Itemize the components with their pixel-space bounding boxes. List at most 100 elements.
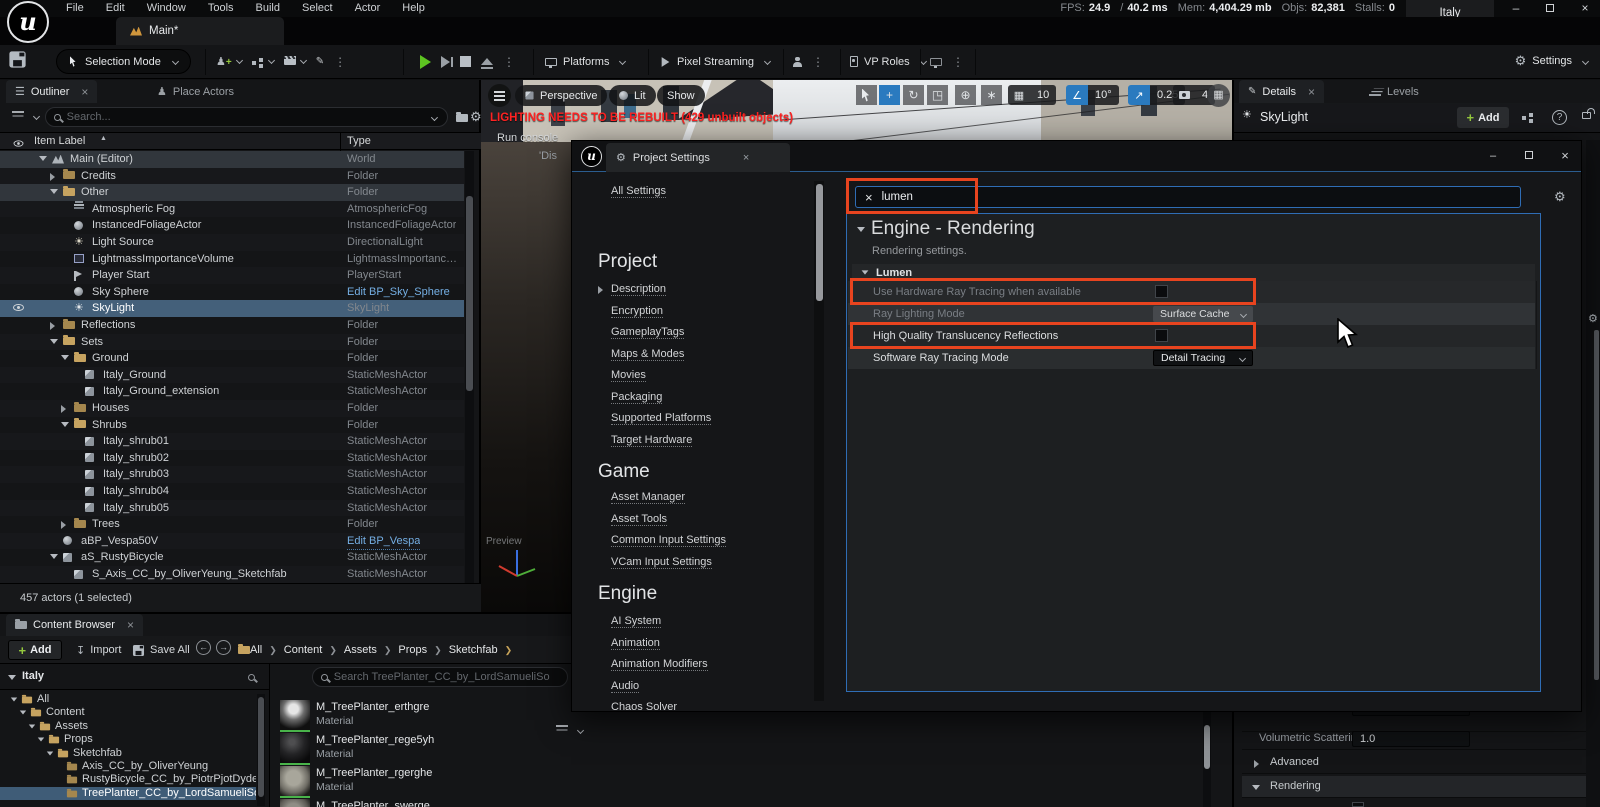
asset-item[interactable]: M_TreePlanter_rgergheMaterial	[280, 766, 570, 799]
take-recorder-icon[interactable]	[930, 58, 942, 66]
menu-help[interactable]: Help	[391, 0, 436, 16]
move-tool[interactable]: +	[879, 85, 900, 105]
outliner-row[interactable]: LightmassImportanceVolumeLightmassImport…	[0, 251, 464, 268]
outliner-search-input[interactable]	[67, 111, 422, 123]
scrollbar-thumb[interactable]	[1204, 725, 1210, 769]
show-dropdown[interactable]: Show	[657, 85, 705, 106]
cb-add-button[interactable]: + Add	[8, 640, 62, 660]
ps-search-input[interactable]	[882, 191, 1463, 203]
collapse-icon[interactable]	[47, 751, 53, 755]
tab-place-actors[interactable]: ♟ Place Actors	[148, 80, 243, 103]
breadcrumb-assets[interactable]: Assets	[344, 644, 377, 656]
scale-tool[interactable]: ◳	[927, 85, 948, 105]
viewport-options-button[interactable]	[488, 84, 511, 107]
asset-item[interactable]: M_TreePlanter_rege5yhMaterial	[280, 733, 570, 766]
cb-import-button[interactable]: ↧ Import	[76, 640, 121, 660]
setting-row-use-hardware-ray-tracing-when-available[interactable]: Use Hardware Ray Tracing when available	[848, 281, 1535, 303]
outliner-row[interactable]: Italy_shrub05StaticMeshActor	[0, 500, 464, 517]
ps-nav-item-chaos-solver[interactable]: Chaos Solver	[611, 701, 677, 711]
outliner-item-label[interactable]: InstancedFoliageActor	[92, 217, 201, 234]
blueprint-edit-icon[interactable]	[1522, 116, 1526, 120]
outliner-item-label[interactable]: Italy_shrub01	[103, 433, 169, 450]
outliner-item-label[interactable]: aBP_Vespa50V	[81, 533, 158, 550]
collapse-icon[interactable]	[50, 339, 58, 344]
cb-search[interactable]	[312, 667, 568, 687]
outliner-item-label[interactable]: Italy_shrub02	[103, 450, 169, 467]
outliner-item-label[interactable]: aS_RustyBicycle	[81, 549, 164, 566]
cb-tree-row[interactable]: Sketchfab	[0, 747, 256, 760]
asset-item[interactable]: M_TreePlanter_erthgreMaterial	[280, 700, 570, 733]
ps-nav-item-common-input-settings[interactable]: Common Input Settings	[611, 534, 726, 547]
cb-tree-row[interactable]: Assets	[0, 720, 256, 733]
cinematics-button[interactable]	[284, 56, 306, 68]
collapse-icon[interactable]	[61, 422, 69, 427]
type-column-header[interactable]: Type	[347, 135, 371, 147]
outliner-settings-gear-icon[interactable]: ⚙	[470, 109, 482, 125]
grid-snap[interactable]: ▦10	[1008, 85, 1056, 105]
eject-button[interactable]	[481, 58, 493, 65]
outliner-row[interactable]: Main (Editor)World	[0, 151, 464, 168]
expand-icon[interactable]	[61, 521, 66, 529]
add-component-button[interactable]: + Add	[1457, 107, 1509, 128]
cb-forward-button[interactable]: →	[216, 640, 231, 655]
outliner-item-label[interactable]: SkyLight	[92, 300, 134, 317]
asset-thumbnail[interactable]	[280, 799, 310, 807]
outliner-row[interactable]: Italy_shrub02StaticMeshActor	[0, 450, 464, 467]
outliner-item-label[interactable]: Credits	[81, 168, 116, 185]
outliner-row[interactable]: aBP_Vespa50VEdit BP_Vespa	[0, 533, 464, 550]
search-icon[interactable]	[248, 674, 255, 681]
tab-outliner[interactable]: ☰Outliner ×	[6, 80, 97, 103]
rotation-snap[interactable]: ∠10°	[1066, 85, 1119, 105]
stream-kebab-icon[interactable]: ⋮	[952, 55, 964, 69]
asset-item[interactable]: M_TreePlanter_swergeMaterial	[280, 799, 570, 807]
outliner-item-label[interactable]: Sky Sphere	[92, 284, 149, 301]
ps-close-button[interactable]: ×	[1552, 148, 1578, 165]
outliner-row[interactable]: Italy_shrub01StaticMeshActor	[0, 433, 464, 450]
collapse-icon[interactable]	[50, 554, 58, 559]
outliner-item-label[interactable]: Houses	[92, 400, 129, 417]
ps-window-tab[interactable]: ⚙ Project Settings ×	[606, 143, 790, 172]
lock-icon[interactable]	[1582, 112, 1591, 119]
platforms-dropdown[interactable]: Platforms	[545, 49, 625, 74]
ps-search-options-gear-icon[interactable]: ⚙	[1554, 189, 1566, 205]
outliner-item-label[interactable]: Ground	[92, 350, 129, 367]
column-divider[interactable]	[340, 133, 341, 151]
chevron-down-icon[interactable]	[577, 727, 584, 734]
outliner-row[interactable]: aS_RustyBicycleStaticMeshActor	[0, 549, 464, 566]
outliner-row[interactable]: ☀SkyLightSkyLight	[0, 300, 464, 317]
play-options-kebab-icon[interactable]: ⋮	[503, 55, 515, 69]
collapse-icon[interactable]	[20, 711, 26, 715]
scrollbar-thumb[interactable]	[466, 196, 473, 391]
outliner-row[interactable]: InstancedFoliageActorInstancedFoliageAct…	[0, 217, 464, 234]
session-kebab-icon[interactable]: ⋮	[812, 55, 824, 69]
cb-tree-row[interactable]: Axis_CC_by_OliverYeung	[0, 760, 256, 773]
visibility-column-eye-icon[interactable]	[14, 140, 24, 146]
setting-row-software-ray-tracing-mode[interactable]: Software Ray Tracing ModeDetail Tracing	[848, 347, 1535, 369]
outliner-item-label[interactable]: Italy_shrub04	[103, 483, 169, 500]
ps-minimize-button[interactable]: –	[1480, 148, 1506, 165]
brush-icon[interactable]: ✎	[316, 56, 324, 67]
details-scrollbar-thumb[interactable]	[1594, 330, 1599, 680]
cb-tree-row[interactable]: All	[0, 693, 256, 706]
world-space-toggle[interactable]: ⊕	[955, 85, 976, 105]
vp-roles-dropdown[interactable]: VP Roles	[850, 49, 926, 74]
select-tool[interactable]	[856, 85, 877, 105]
outliner-row[interactable]: Italy_shrub03StaticMeshActor	[0, 466, 464, 483]
menu-edit[interactable]: Edit	[95, 0, 136, 16]
ps-nav-item-vcam-input-settings[interactable]: VCam Input Settings	[611, 556, 712, 569]
visibility-eye-icon[interactable]	[13, 304, 24, 311]
new-folder-icon[interactable]	[456, 114, 468, 122]
ps-nav-scrollbar[interactable]	[814, 181, 824, 701]
gear-icon[interactable]: ⚙	[1588, 312, 1598, 325]
multi-user-icon[interactable]	[793, 57, 802, 67]
ps-nav-item-supported-platforms[interactable]: Supported Platforms	[611, 412, 711, 425]
menu-tools[interactable]: Tools	[197, 0, 245, 16]
outliner-row[interactable]: Italy_Ground_extensionStaticMeshActor	[0, 383, 464, 400]
collapse-icon[interactable]	[50, 189, 58, 194]
ps-category-lumen[interactable]: Lumen	[852, 264, 1535, 281]
settings-dropdown[interactable]: ⚙ Settings	[1515, 53, 1588, 69]
cb-tree-row[interactable]: RustyBicycle_CC_by_PiotrPjotDyderski	[0, 773, 256, 786]
cb-asset-scrollbar[interactable]	[1203, 702, 1211, 807]
breadcrumb-all[interactable]: All	[250, 644, 262, 656]
setting-row-ray-lighting-mode[interactable]: Ray Lighting ModeSurface Cache	[848, 303, 1535, 325]
